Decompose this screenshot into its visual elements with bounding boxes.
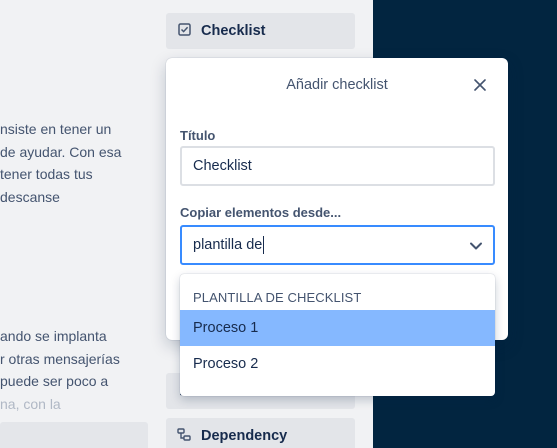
dropdown-option[interactable]: Proceso 2: [180, 346, 495, 382]
description-line: descanse: [0, 188, 60, 205]
description-line: ando se implanta: [0, 328, 107, 344]
description-line: r otras mensajerías: [0, 350, 120, 367]
checklist-button[interactable]: Checklist: [166, 13, 355, 49]
description-line: puede ser poco a: [0, 373, 109, 389]
dependency-button-label: Dependency: [201, 428, 288, 444]
dropdown-group-header: PLANTILLA DE CHECKLIST: [193, 290, 362, 305]
dependency-button[interactable]: Dependency: [166, 418, 355, 448]
dropdown-option[interactable]: Proceso 1: [180, 310, 495, 346]
close-button[interactable]: [468, 73, 492, 97]
template-dropdown-menu: PLANTILLA DE CHECKLIST Proceso 1 Proceso…: [180, 274, 495, 396]
description-line: na, con la: [0, 395, 61, 412]
description-paragraph-1: nsiste en tener un de ayudar. Con esa te…: [0, 118, 121, 208]
copy-items-label: Copiar elementos desde...: [180, 205, 342, 220]
close-icon: [474, 79, 486, 91]
title-field-label: Título: [180, 128, 216, 143]
popover-title: Añadir checklist: [286, 77, 388, 93]
text-cursor: [263, 236, 265, 254]
description-line: tener todas tus: [0, 166, 93, 182]
description-line: nsiste en tener un: [0, 121, 112, 137]
chevron-down-icon[interactable]: [468, 238, 484, 254]
checkbox-icon: [177, 23, 191, 39]
dependency-icon: [177, 428, 191, 444]
description-line: de ayudar. Con esa: [0, 143, 122, 160]
comment-input[interactable]: [0, 422, 148, 448]
description-paragraph-2: ando se implanta r otras mensajerías pue…: [0, 325, 120, 415]
card-description-area: nsiste en tener un de ayudar. Con esa te…: [0, 0, 165, 448]
checklist-button-label: Checklist: [201, 23, 266, 39]
copy-items-select[interactable]: plantilla de: [180, 225, 495, 265]
title-input[interactable]: [180, 146, 495, 186]
copy-items-input-text: plantilla de: [193, 237, 263, 253]
